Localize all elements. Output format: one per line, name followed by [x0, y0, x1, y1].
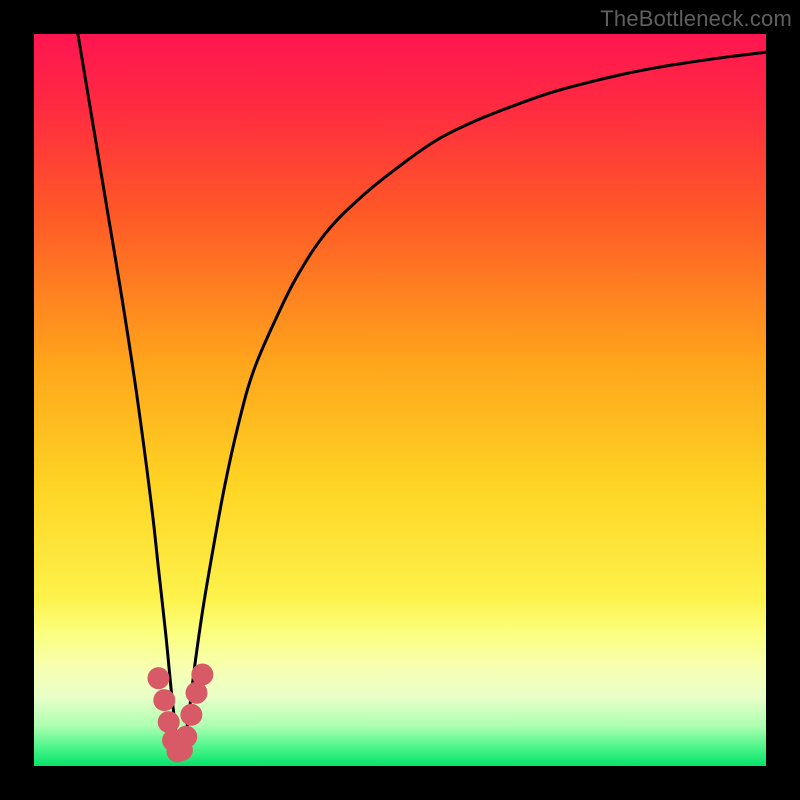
marker-dot	[158, 711, 180, 733]
watermark-text: TheBottleneck.com	[600, 6, 792, 32]
plot-area	[34, 34, 766, 766]
bottleneck-chart	[34, 34, 766, 766]
gradient-background	[34, 34, 766, 766]
marker-dot	[191, 664, 213, 686]
chart-frame: TheBottleneck.com	[0, 0, 800, 800]
marker-dot	[153, 689, 175, 711]
marker-dot	[175, 726, 197, 748]
marker-dot	[180, 704, 202, 726]
marker-dot	[147, 667, 169, 689]
